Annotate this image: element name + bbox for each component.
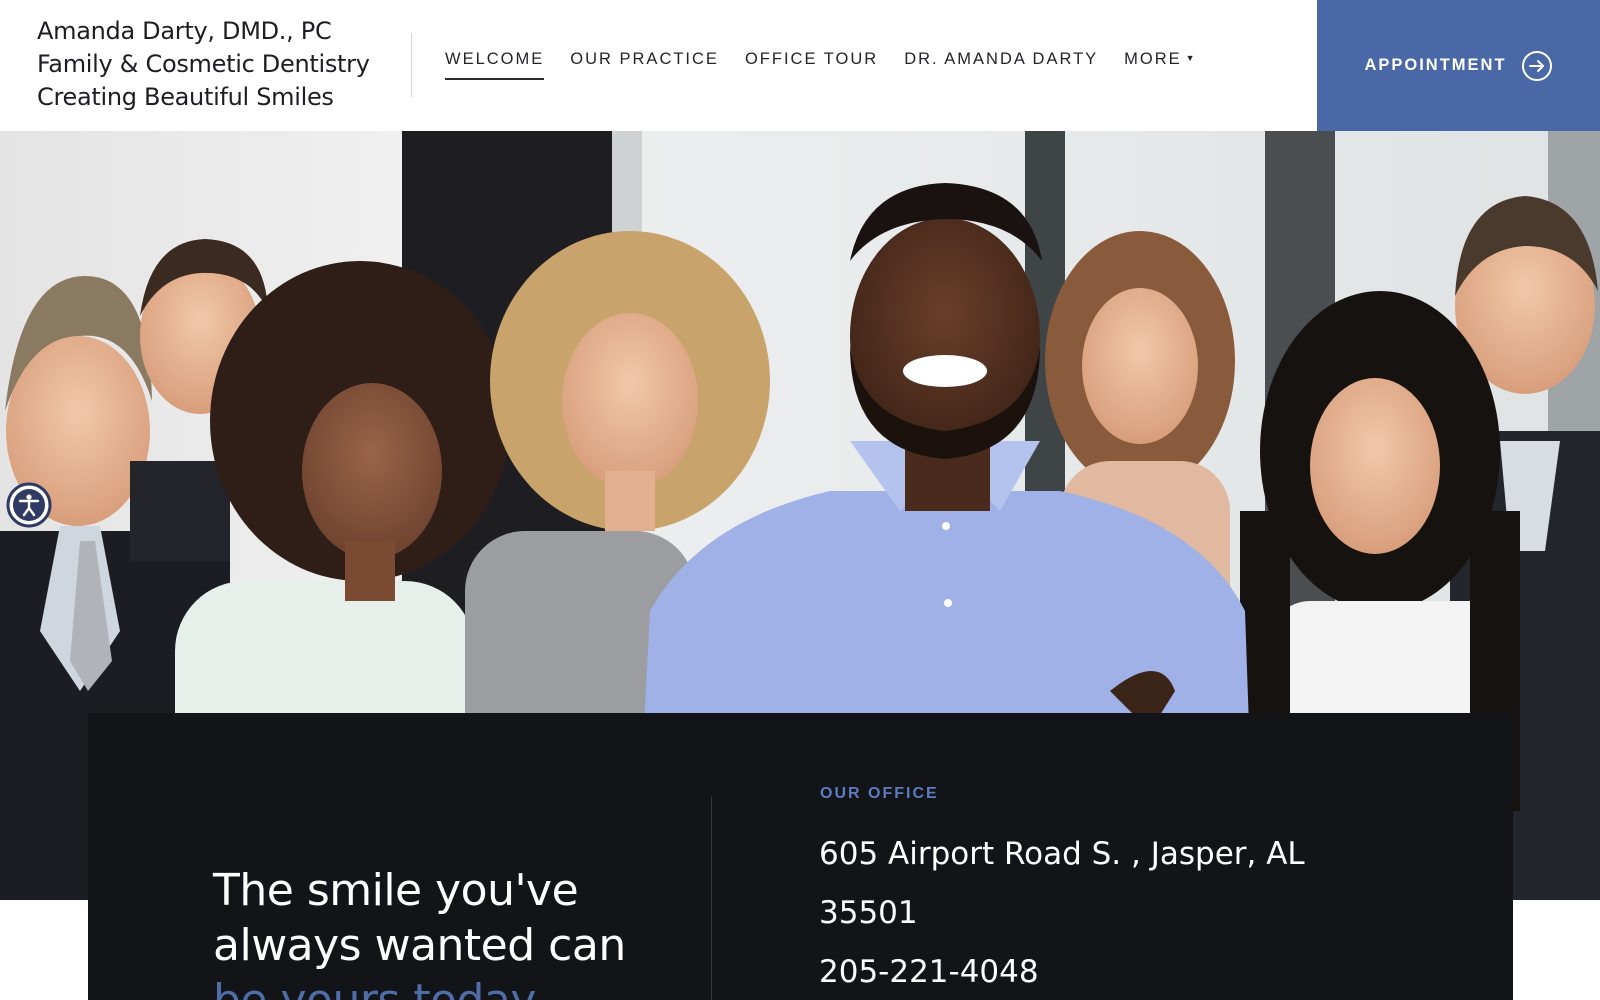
office-address[interactable]: 605 Airport Road S. , Jasper, AL 35501: [819, 825, 1379, 943]
site-header: Amanda Darty, DMD., PC Family & Cosmetic…: [0, 0, 1600, 131]
address-line-1: 605 Airport Road S. , Jasper, AL: [819, 836, 1305, 872]
panel-divider: [711, 796, 712, 1000]
address-line-2: 35501: [819, 895, 918, 931]
caret-down-icon: ▼: [1185, 53, 1197, 63]
brand-name: Amanda Darty, DMD., PC: [37, 17, 332, 45]
tagline-line-2: always wanted can: [213, 920, 626, 971]
appointment-button[interactable]: APPOINTMENT: [1317, 0, 1600, 131]
appointment-label: APPOINTMENT: [1364, 56, 1507, 74]
nav-item-dr-amanda-darty[interactable]: DR. AMANDA DARTY: [904, 50, 1098, 78]
nav-item-office-tour[interactable]: OFFICE TOUR: [745, 50, 878, 78]
site-logo[interactable]: Amanda Darty, DMD., PC Family & Cosmetic…: [37, 15, 397, 114]
office-label: OUR OFFICE: [820, 785, 939, 802]
info-panel: The smile you've always wanted can be yo…: [88, 713, 1513, 1000]
brand-specialty: Family & Cosmetic Dentistry: [37, 50, 370, 78]
office-phone-link[interactable]: 205-221-4048: [819, 943, 1039, 1000]
brand-slogan: Creating Beautiful Smiles: [37, 83, 334, 111]
accessibility-icon[interactable]: [6, 482, 52, 528]
tagline-line-1: The smile you've: [213, 865, 579, 916]
arrow-circle-right-icon: [1521, 50, 1552, 81]
hero-tagline: The smile you've always wanted can be yo…: [213, 863, 673, 1000]
header-divider: [411, 33, 412, 97]
nav-item-welcome[interactable]: WELCOME: [445, 50, 545, 80]
main-nav: WELCOME OUR PRACTICE OFFICE TOUR DR. AMA…: [445, 50, 1223, 90]
tagline-line-3: be yours today: [213, 973, 673, 1000]
nav-item-our-practice[interactable]: OUR PRACTICE: [570, 50, 719, 78]
nav-item-more[interactable]: MORE ▼: [1124, 50, 1196, 78]
nav-item-more-label: MORE: [1124, 50, 1182, 68]
